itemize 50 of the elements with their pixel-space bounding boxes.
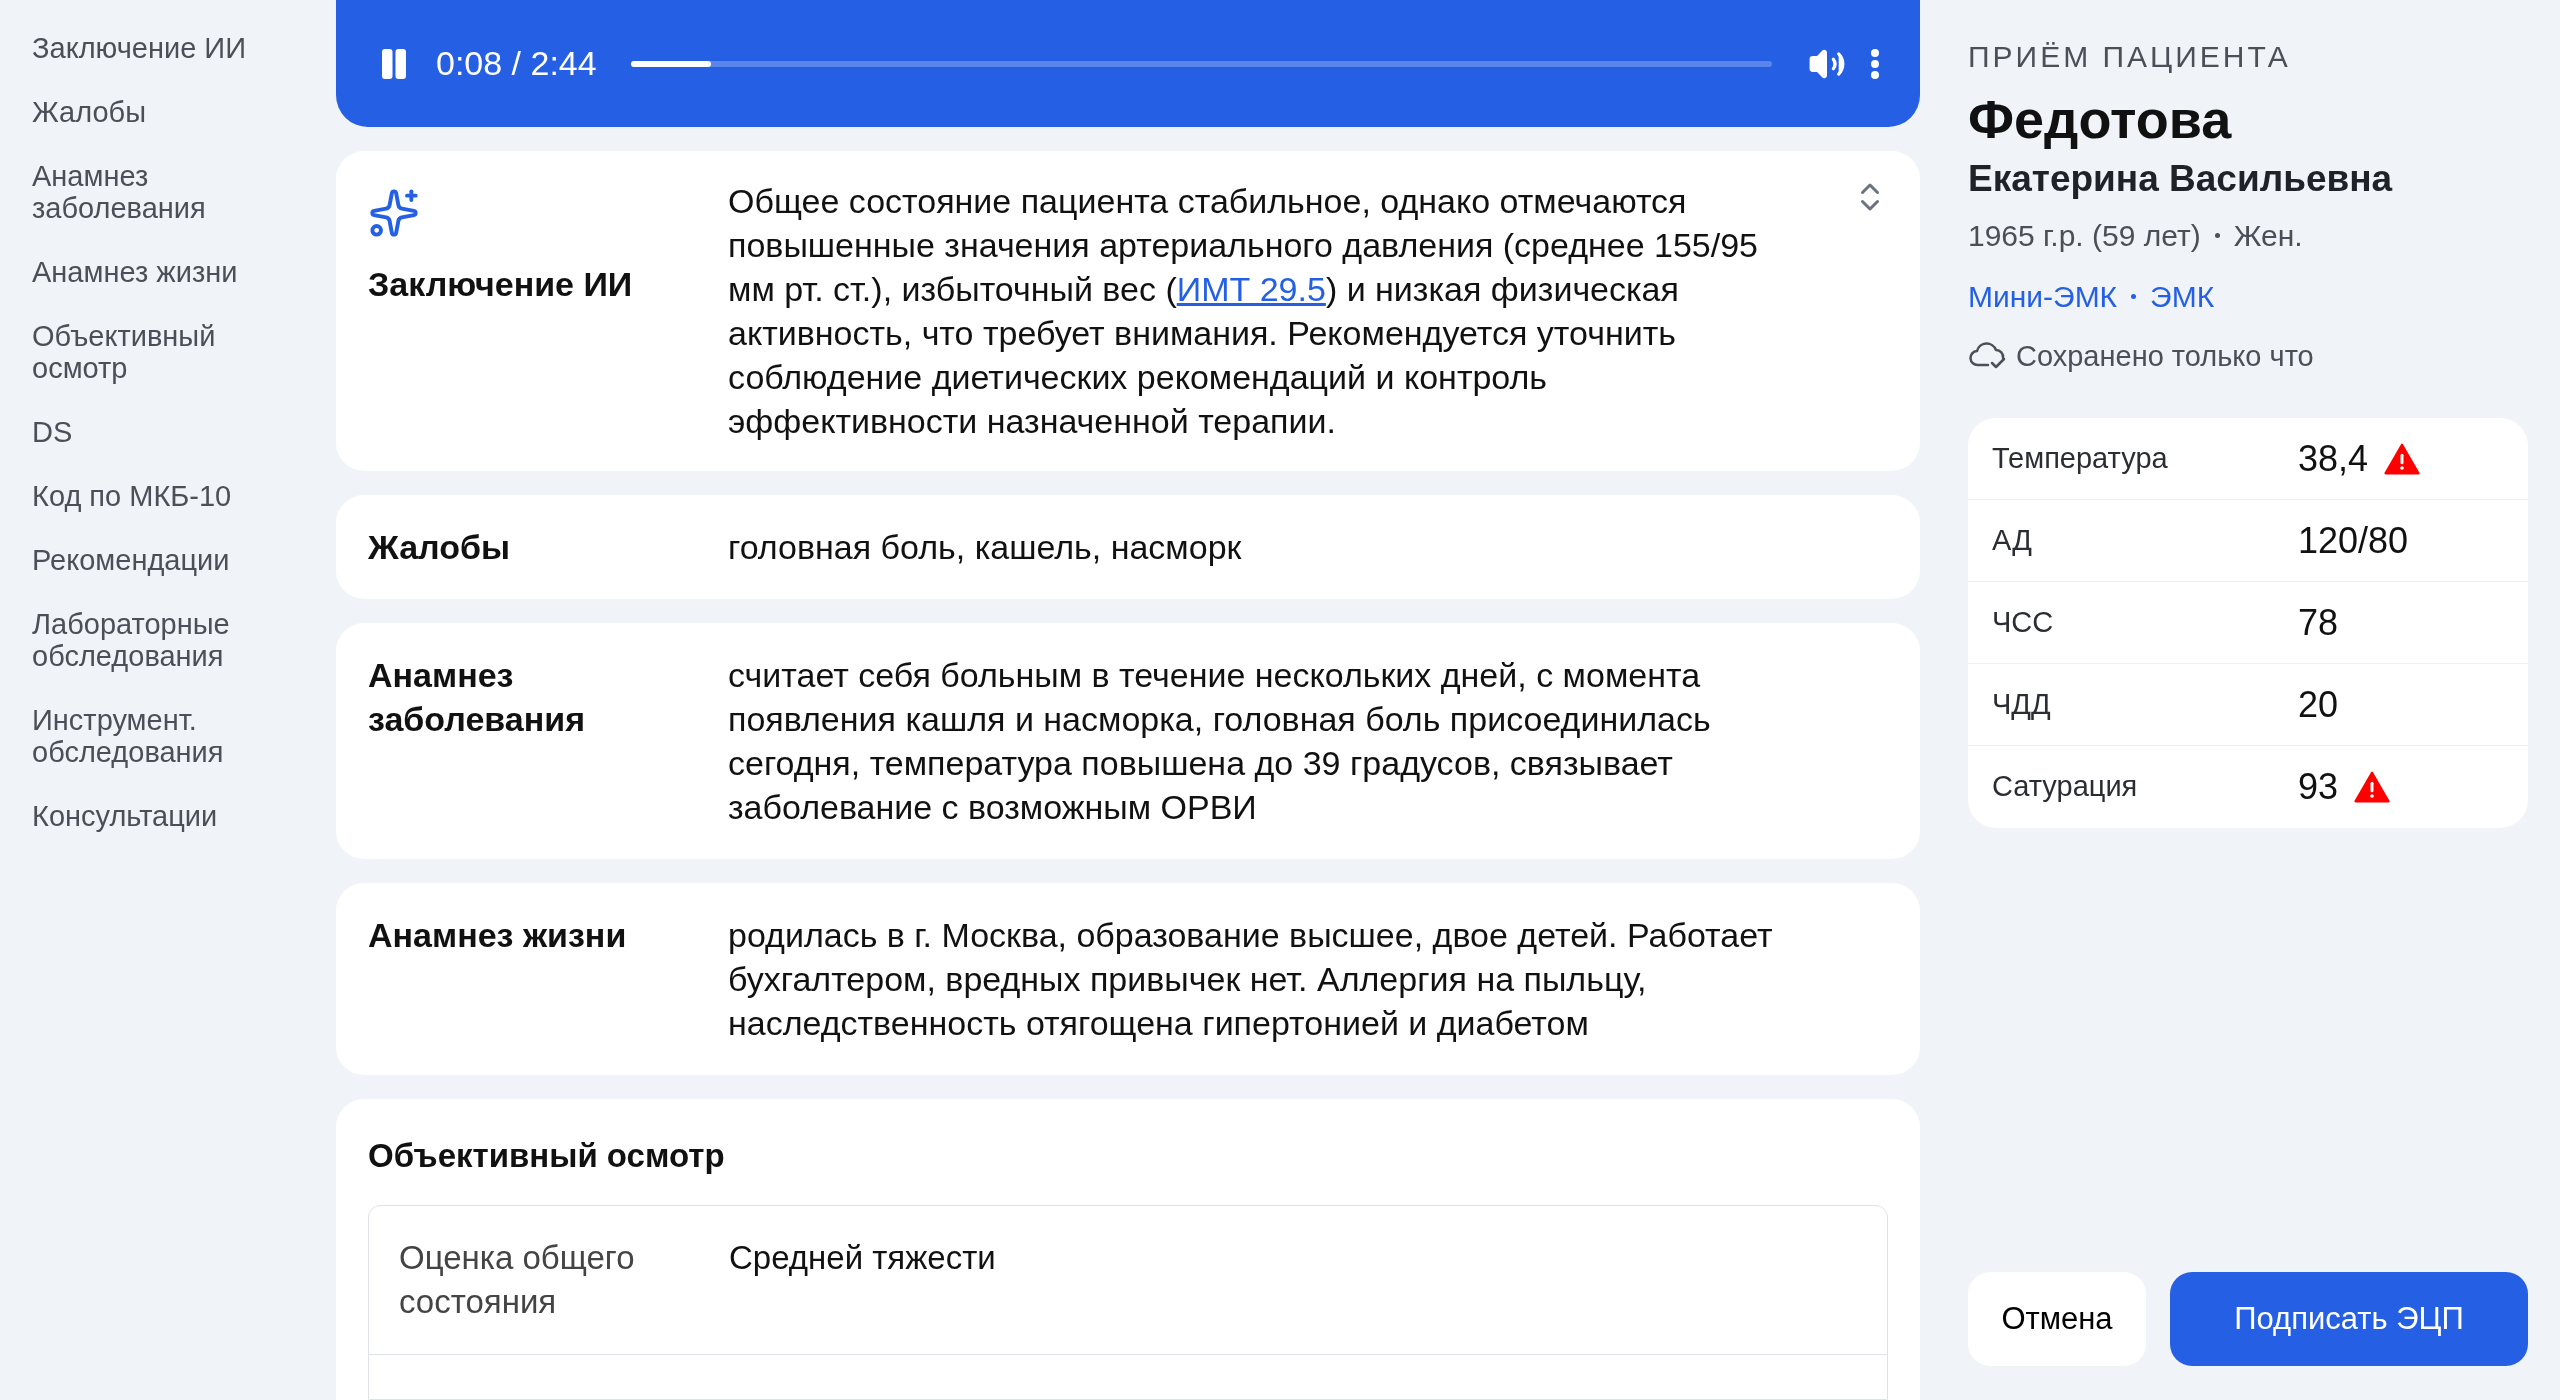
section-title: Анамнез жизни bbox=[368, 915, 628, 956]
more-icon bbox=[1870, 47, 1880, 80]
sidebar-item[interactable]: Анамнез заболевания bbox=[32, 160, 262, 224]
progress-track[interactable] bbox=[630, 60, 1772, 67]
sidebar-item[interactable]: Объективный осмотр bbox=[32, 320, 262, 384]
save-status: Сохранено только что bbox=[2016, 338, 2314, 374]
summary-text: Общее состояние пациента стабильное, однако отмечаются повышенные значения артериального давления (среднее 155/95 мм рт. ст.), избыточный вес (ИМТ 29.5) и низкая физическая активность, что требует внимания. Рекомендуется уточнить соблюдение диетических рекомендаций и контроль эффективности назначенной терапии. bbox=[728, 181, 1760, 442]
sparkles-icon bbox=[368, 187, 420, 239]
playback-time: 0:08 / 2:44 bbox=[436, 43, 597, 84]
warning-icon bbox=[2354, 771, 2391, 803]
card-title: Заключение ИИ bbox=[368, 264, 634, 305]
sidebar-item[interactable]: Инструмент. обследования bbox=[32, 704, 262, 768]
sidebar-item[interactable]: DS bbox=[32, 416, 262, 448]
patient-surname: Федотова bbox=[1968, 88, 2233, 151]
vital-value: 78 bbox=[2298, 600, 2339, 645]
exam-value: Средней тяжести bbox=[729, 1237, 996, 1278]
sidebar-item[interactable]: Код по МКБ-10 bbox=[32, 480, 262, 512]
vital-name: ЧДД bbox=[1992, 686, 2052, 722]
cancel-button[interactable]: Отмена bbox=[1968, 1272, 2146, 1366]
sidebar-item[interactable]: Консультации bbox=[32, 800, 262, 832]
section-text: считает себя больным в течение нескольких дней, с момента появления кашля и насморка, головная боль присоединилась сегодня, температура повышена до 39 градусов, связывает заболевание с возможным ОРВИ bbox=[728, 655, 1712, 828]
vital-value: 38,4 bbox=[2298, 436, 2369, 481]
warning-icon bbox=[2384, 442, 2421, 475]
sidebar-item[interactable]: Лабораторные обследования bbox=[32, 608, 262, 672]
vital-value: 20 bbox=[2298, 682, 2339, 727]
patient-name: Екатерина Васильевна bbox=[1968, 157, 2394, 201]
vital-value: 93 bbox=[2298, 765, 2339, 809]
more-button[interactable] bbox=[1870, 47, 1880, 80]
section-title: Жалобы bbox=[368, 527, 511, 568]
record-link[interactable]: ЭМК bbox=[2150, 273, 2215, 319]
section-text: головная боль, кашель, насморк bbox=[728, 527, 1243, 568]
sidebar-item[interactable]: Заключение ИИ bbox=[32, 32, 262, 64]
section-text: родилась в г. Москва, образование высшее, двое детей. Работает бухгалтером, вредных привычек нет. Аллергия на пыльцу, наследственность отягощена гипертонией и диабетом bbox=[728, 915, 1774, 1044]
sidebar-item[interactable]: Рекомендации bbox=[32, 544, 262, 576]
vital-name: АД bbox=[1992, 522, 2033, 558]
page-heading: ПРИЁМ ПАЦИЕНТА bbox=[1968, 39, 2292, 75]
sidebar-item[interactable]: Анамнез жизни bbox=[32, 256, 262, 288]
vital-name: Температура bbox=[1992, 440, 2169, 476]
bmi-link[interactable]: ИМТ 29.5 bbox=[1176, 270, 1326, 308]
section-title: Объективный осмотр bbox=[368, 1136, 726, 1176]
section-title: Анамнез заболевания bbox=[368, 655, 586, 740]
exam-label: Оценка общего состояния bbox=[399, 1237, 636, 1322]
vital-value: 120/80 bbox=[2298, 518, 2409, 563]
sex-info: Жен. bbox=[2233, 217, 2303, 254]
birth-info: 1965 г.р. (59 лет) bbox=[1968, 217, 2201, 254]
sign-button[interactable]: Подписать ЭЦП bbox=[2170, 1272, 2528, 1366]
vital-name: ЧСС bbox=[1992, 604, 2055, 640]
record-link[interactable]: Мини-ЭМК bbox=[1968, 273, 2118, 319]
vital-name: Сатурация bbox=[1992, 769, 2139, 805]
sidebar-item[interactable]: Жалобы bbox=[32, 96, 262, 128]
